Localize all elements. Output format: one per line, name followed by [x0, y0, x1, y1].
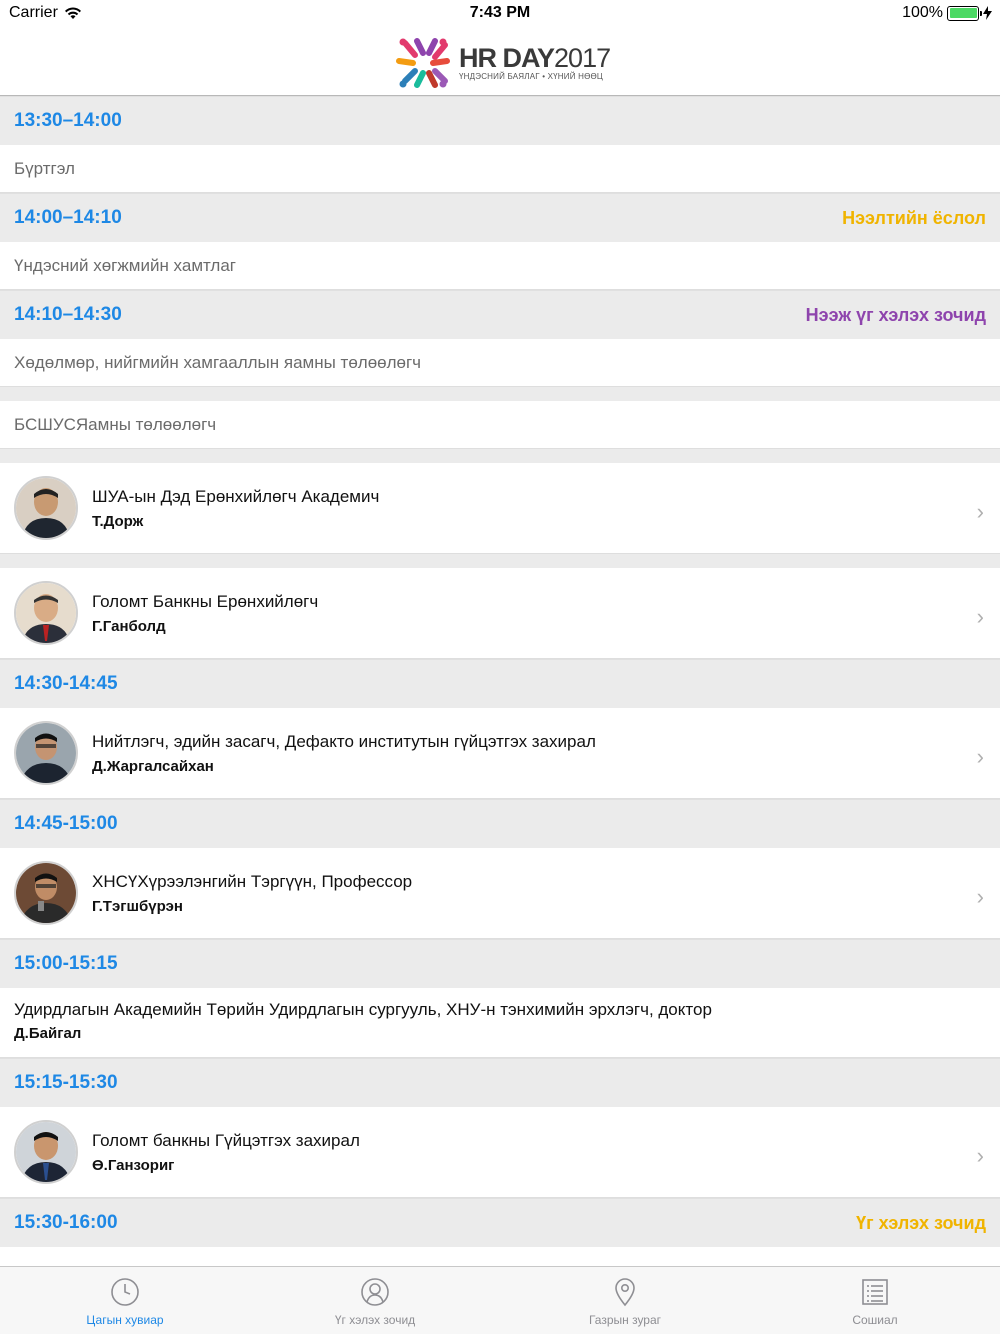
section-header: 14:30-14:45	[0, 659, 1000, 708]
charging-icon	[983, 6, 992, 20]
section-header: 14:45-15:00	[0, 799, 1000, 848]
tab-label: Газрын зураг	[588, 1313, 662, 1327]
speaker-row[interactable]: Голомт Банкны Ерөнхийлөгч Г.Ганболд ›	[0, 568, 1000, 659]
logo-icon	[396, 38, 450, 88]
row-separator	[0, 554, 1000, 568]
avatar	[14, 476, 78, 540]
list-item[interactable]	[0, 1247, 1000, 1266]
tab-label: Сошиал	[852, 1313, 898, 1327]
session-tag: Үг хэлэх зочид	[856, 1212, 986, 1233]
schedule-list[interactable]: 13:30–14:00 Бүртгэл 14:00–14:10 Нээлтийн…	[0, 96, 1000, 1266]
speaker-row[interactable]: ШУА-ын Дэд Ерөнхийлөгч Академич Т.Дорж ›	[0, 463, 1000, 554]
list-item: Үндэсний хөгжмийн хамтлаг	[0, 242, 1000, 290]
status-time: 7:43 PM	[469, 4, 531, 21]
speaker-title: Голомт Банкны Ерөнхийлөгч	[92, 591, 319, 611]
tab-speakers[interactable]: Үг хэлэх зочид	[250, 1267, 500, 1334]
logo-subtitle: ҮНДЭСНИЙ БАЯЛАГ • ХҮНИЙ НӨӨЦ	[459, 72, 604, 81]
speaker-title: ХНСҮХүрээлэнгийн Тэргүүн, Профессор	[92, 871, 413, 891]
list-item: Бүртгэл	[0, 145, 1000, 193]
time-label: 15:00-15:15	[14, 953, 118, 974]
time-label: 14:10–14:30	[14, 304, 122, 325]
speaker-title: ШУА-ын Дэд Ерөнхийлөгч Академич	[92, 486, 380, 506]
time-label: 14:30-14:45	[14, 673, 118, 694]
app-logo: HR DAY2017 ҮНДЭСНИЙ БАЯЛАГ • ХҮНИЙ НӨӨЦ	[395, 37, 611, 89]
speaker-row[interactable]: Нийтлэгч, эдийн засагч, Дефакто институт…	[0, 708, 1000, 799]
battery-icon	[947, 5, 982, 21]
user-icon	[361, 1278, 389, 1306]
speaker-row[interactable]: ХНСҮХүрээлэнгийн Тэргүүн, Профессор Г.Тэ…	[0, 848, 1000, 939]
tab-label: Цагын хувиар	[86, 1313, 164, 1327]
section-header: 14:00–14:10 Нээлтийн ёслол	[0, 193, 1000, 242]
section-header: 13:30–14:00	[0, 96, 1000, 145]
speaker-title: Голомт банкны Гүйцэтгэх захирал	[92, 1130, 360, 1150]
clock-icon	[111, 1278, 139, 1306]
speaker-row[interactable]: Голомт банкны Гүйцэтгэх захирал Ө.Ганзор…	[0, 1107, 1000, 1198]
session-tag: Нээлтийн ёслол	[842, 207, 986, 228]
avatar	[14, 721, 78, 785]
speaker-row[interactable]: Удирдлагын Академийн Төрийн Удирдлагын с…	[0, 988, 1000, 1058]
tab-schedule[interactable]: Цагын хувиар	[0, 1267, 250, 1334]
status-bar: Carrier 7:43 PM 100%	[0, 0, 1000, 26]
tab-bar: Цагын хувиар Үг хэлэх зочид Газрын зураг…	[0, 1266, 1000, 1334]
battery-percent: 100%	[902, 4, 943, 21]
section-header: 15:30-16:00 Үг хэлэх зочид	[0, 1198, 1000, 1247]
chevron-right-icon: ›	[976, 744, 984, 769]
battery-level	[949, 8, 977, 18]
speaker-name: Ө.Ганзориг	[92, 1156, 175, 1174]
speaker-name: Г.Тэгшбүрэн	[92, 897, 183, 915]
speaker-name: Д.Байгал	[14, 1025, 82, 1042]
chevron-right-icon: ›	[976, 884, 984, 909]
list-icon	[862, 1279, 888, 1305]
session-tag: Нээж үг хэлэх зочид	[805, 304, 986, 325]
speaker-title: Нийтлэгч, эдийн засагч, Дефакто институт…	[92, 731, 596, 751]
logo-year: 2017	[554, 43, 611, 73]
tab-label: Үг хэлэх зочид	[334, 1313, 416, 1327]
time-label: 15:15-15:30	[14, 1072, 118, 1093]
time-label: 13:30–14:00	[14, 110, 122, 131]
avatar	[14, 861, 78, 925]
section-header: 14:10–14:30 Нээж үг хэлэх зочид	[0, 290, 1000, 339]
time-label: 14:00–14:10	[14, 207, 122, 228]
speaker-name: Г.Ганболд	[92, 617, 166, 635]
section-header: 15:00-15:15	[0, 939, 1000, 988]
time-label: 14:45-15:00	[14, 813, 118, 834]
chevron-right-icon: ›	[976, 499, 984, 524]
section-header: 15:15-15:30	[0, 1058, 1000, 1107]
tab-map[interactable]: Газрын зураг	[500, 1267, 750, 1334]
logo-title: HR DAY	[459, 43, 555, 73]
time-label: 15:30-16:00	[14, 1212, 118, 1233]
speaker-title: Удирдлагын Академийн Төрийн Удирдлагын с…	[14, 1000, 712, 1019]
chevron-right-icon: ›	[976, 604, 984, 629]
row-separator	[0, 387, 1000, 401]
speaker-name: Д.Жаргалсайхан	[92, 757, 214, 775]
tab-social[interactable]: Сошиал	[750, 1267, 1000, 1334]
map-pin-icon	[615, 1278, 635, 1307]
avatar	[14, 581, 78, 645]
list-item: Хөдөлмөр, нийгмийн хамгааллын яамны төлө…	[0, 339, 1000, 387]
list-item: БСШУСЯамны төлөөлөгч	[0, 401, 1000, 449]
row-separator	[0, 449, 1000, 463]
nav-bar: HR DAY2017 ҮНДЭСНИЙ БАЯЛАГ • ХҮНИЙ НӨӨЦ	[0, 26, 1000, 96]
speaker-name: Т.Дорж	[92, 512, 144, 530]
avatar	[14, 1120, 78, 1184]
status-right: 100%	[902, 4, 992, 22]
chevron-right-icon: ›	[976, 1143, 984, 1168]
